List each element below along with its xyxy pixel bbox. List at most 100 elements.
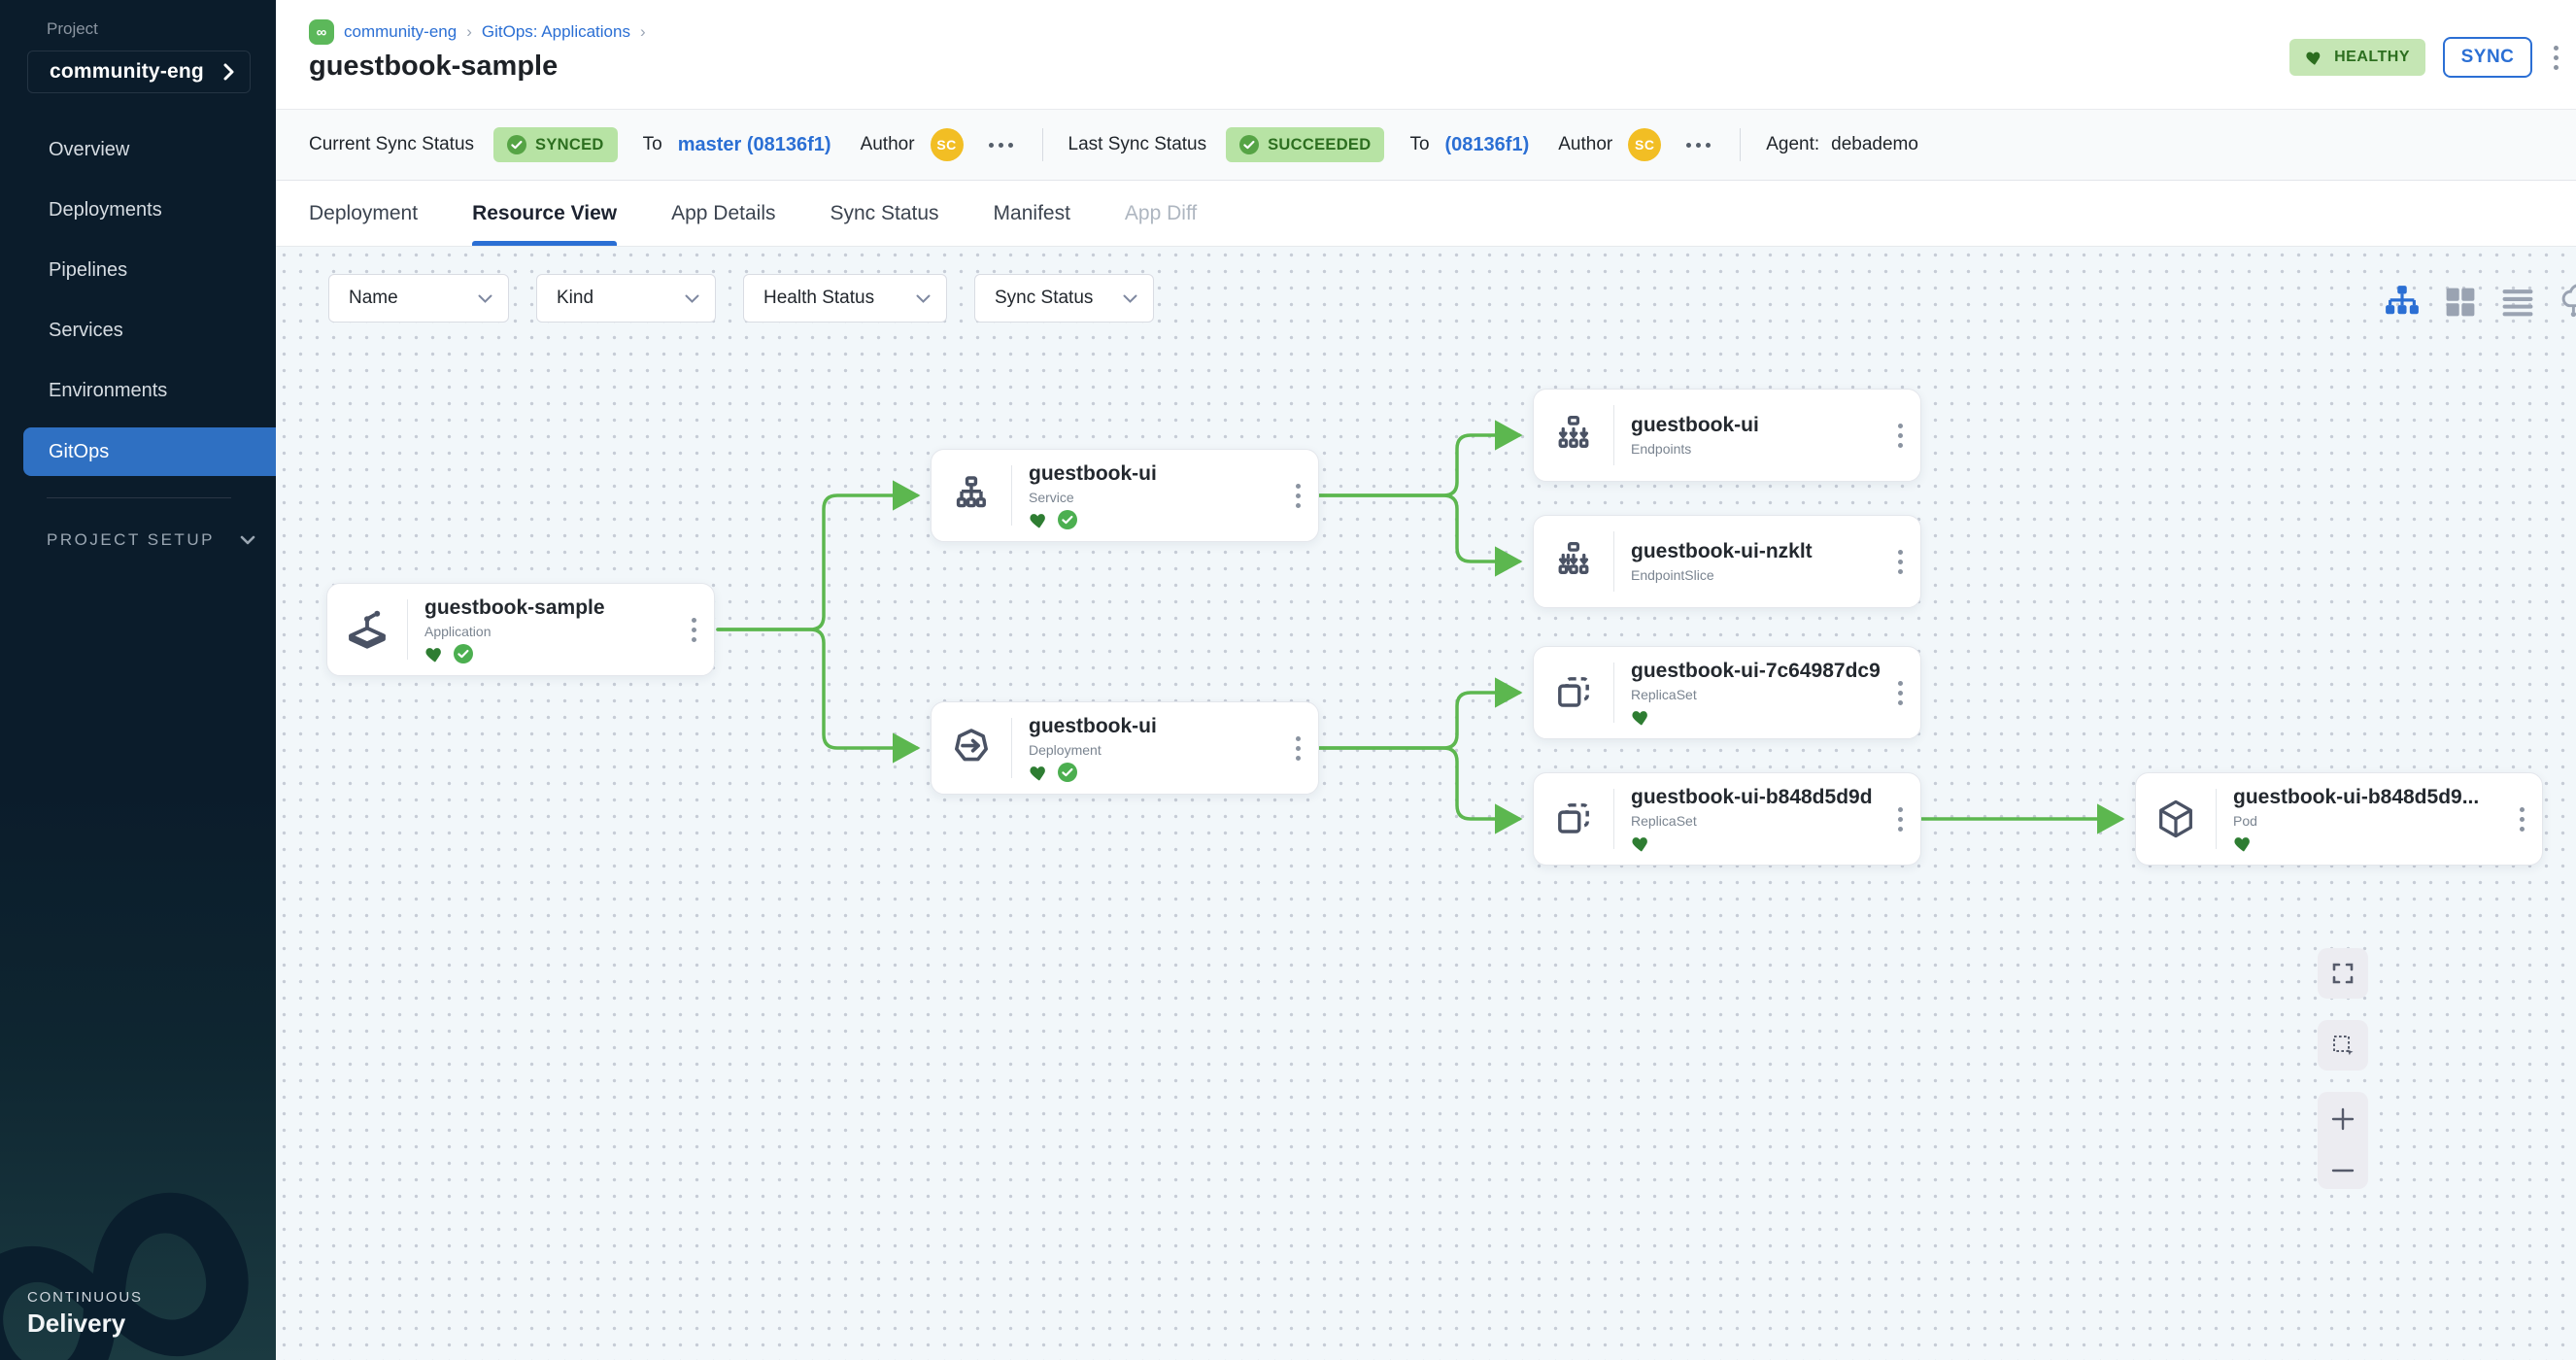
- node-title: guestbook-ui-nzklt: [1631, 540, 1894, 563]
- filter-sync-status-dropdown[interactable]: Sync Status: [974, 274, 1154, 323]
- node-title: guestbook-ui: [1029, 462, 1292, 486]
- tab-deployment[interactable]: Deployment: [309, 181, 418, 246]
- current-commit-more[interactable]: [985, 139, 1017, 152]
- page-header: ∞ community-eng › GitOps: Applications ›…: [276, 0, 2576, 109]
- breadcrumb-separator: ›: [466, 22, 472, 42]
- node-more-menu[interactable]: [1894, 677, 1907, 709]
- node-title: guestbook-ui-b848d5d9d: [1631, 786, 1894, 809]
- header-actions: HEALTHY SYNC: [2289, 37, 2562, 78]
- sidebar-item-services[interactable]: Services: [0, 306, 276, 355]
- synced-badge-label: SYNCED: [535, 136, 604, 154]
- node-kind: Application: [424, 624, 688, 639]
- chevron-down-icon: [916, 294, 931, 303]
- gitops-infinity-icon: ∞: [309, 19, 334, 45]
- node-kind: Endpoints: [1631, 441, 1894, 457]
- node-title: guestbook-sample: [424, 596, 688, 620]
- last-sync-status-label: Last Sync Status: [1068, 134, 1207, 155]
- health-status-badge: HEALTHY: [2289, 39, 2425, 76]
- sync-button[interactable]: SYNC: [2443, 37, 2532, 78]
- node-endpointslice-guestbook-ui-nzklt[interactable]: guestbook-ui-nzklt EndpointSlice: [1533, 515, 1921, 608]
- sidebar-item-environments[interactable]: Environments: [0, 366, 276, 415]
- node-service-guestbook-ui[interactable]: guestbook-ui Service: [931, 449, 1319, 542]
- breadcrumb: ∞ community-eng › GitOps: Applications ›: [309, 19, 646, 45]
- node-more-menu[interactable]: [1894, 803, 1907, 835]
- continuous-delivery-brand: CONTINUOUS Delivery: [27, 1289, 143, 1339]
- node-replicaset-guestbook-ui-7c64987dc9[interactable]: guestbook-ui-7c64987dc9 ReplicaSet: [1533, 646, 1921, 739]
- brand-module-kicker: CONTINUOUS: [27, 1289, 143, 1306]
- healthy-heart-icon: [1029, 510, 1050, 529]
- tree-view-icon[interactable]: [2384, 285, 2421, 320]
- status-bar-divider: [1740, 128, 1741, 161]
- project-setup-label: PROJECT SETUP: [47, 530, 215, 550]
- healthy-heart-icon: [1029, 763, 1050, 782]
- last-author-label: Author: [1558, 134, 1612, 155]
- service-icon: [949, 473, 994, 518]
- tab-sync-status[interactable]: Sync Status: [830, 181, 938, 246]
- tab-app-details[interactable]: App Details: [671, 181, 775, 246]
- node-kind: EndpointSlice: [1631, 567, 1894, 583]
- node-endpoints-guestbook-ui[interactable]: guestbook-ui Endpoints: [1533, 389, 1921, 482]
- sidebar-item-pipelines[interactable]: Pipelines: [0, 246, 276, 294]
- list-view-icon[interactable]: [2500, 287, 2535, 318]
- zoom-out-button[interactable]: [2329, 1166, 2356, 1175]
- synced-check-icon: [1058, 510, 1077, 529]
- gitops-application-page: ∞ Project community-eng Overview Deploym…: [0, 0, 2576, 1360]
- healthy-heart-icon: [1631, 833, 1652, 853]
- last-revision-link[interactable]: (08136f1): [1445, 134, 1530, 156]
- last-commit-more[interactable]: [1682, 139, 1714, 152]
- chevron-down-icon: [478, 294, 492, 303]
- node-more-menu[interactable]: [2516, 803, 2528, 835]
- grid-view-icon[interactable]: [2444, 286, 2477, 319]
- node-replicaset-guestbook-ui-b848d5d9d[interactable]: guestbook-ui-b848d5d9d ReplicaSet: [1533, 772, 1921, 866]
- tab-manifest[interactable]: Manifest: [994, 181, 1070, 246]
- tab-resource-view[interactable]: Resource View: [472, 181, 617, 246]
- tab-app-diff: App Diff: [1125, 181, 1197, 246]
- page-title: guestbook-sample: [309, 51, 558, 83]
- sidebar-item-deployments[interactable]: Deployments: [0, 186, 276, 234]
- header-more-menu[interactable]: [2550, 42, 2562, 74]
- node-pod-guestbook-ui-b848d5d9[interactable]: guestbook-ui-b848d5d9... Pod: [2135, 772, 2543, 866]
- application-icon: [344, 606, 390, 653]
- node-more-menu[interactable]: [1894, 546, 1907, 578]
- current-revision-link[interactable]: master (08136f1): [678, 134, 831, 156]
- check-circle-icon: [507, 135, 526, 154]
- app-tabs: Deployment Resource View App Details Syn…: [276, 181, 2576, 247]
- check-circle-icon: [1239, 135, 1259, 154]
- brand-module-name: Delivery: [27, 1309, 143, 1339]
- node-more-menu[interactable]: [1292, 732, 1305, 765]
- resource-filters: Name Kind Health Status Sync Status: [328, 274, 1154, 323]
- node-kind: ReplicaSet: [1631, 813, 1894, 829]
- sidebar-item-overview[interactable]: Overview: [0, 125, 276, 174]
- breadcrumb-link-project[interactable]: community-eng: [344, 22, 457, 42]
- agent-label: Agent:: [1766, 134, 1819, 155]
- resource-tree-canvas[interactable]: Name Kind Health Status Sync Status: [276, 247, 2576, 1360]
- node-application-guestbook-sample[interactable]: guestbook-sample Application: [326, 583, 715, 676]
- project-selector[interactable]: community-eng: [27, 51, 251, 93]
- node-more-menu[interactable]: [1292, 480, 1305, 512]
- breadcrumb-link-applications[interactable]: GitOps: Applications: [482, 22, 630, 42]
- filter-name-dropdown[interactable]: Name: [328, 274, 509, 323]
- current-to-label: To: [643, 134, 662, 155]
- filter-health-status-dropdown[interactable]: Health Status: [743, 274, 947, 323]
- node-deployment-guestbook-ui[interactable]: guestbook-ui Deployment: [931, 701, 1319, 795]
- sync-status-bar: Current Sync Status SYNCED To master (08…: [276, 109, 2576, 181]
- replicaset-icon: [1551, 797, 1596, 841]
- last-author-avatar: SC: [1628, 128, 1661, 161]
- chevron-down-icon: [685, 294, 699, 303]
- node-more-menu[interactable]: [688, 614, 700, 646]
- healthy-heart-icon: [424, 644, 446, 663]
- health-status-badge-label: HEALTHY: [2334, 49, 2410, 66]
- node-more-menu[interactable]: [1894, 420, 1907, 452]
- marquee-select-button[interactable]: [2318, 1020, 2368, 1071]
- project-setup-toggle[interactable]: PROJECT SETUP: [47, 530, 255, 550]
- chevron-down-icon: [240, 535, 255, 545]
- synced-check-icon: [1058, 763, 1077, 782]
- zoom-controls: [2318, 1092, 2368, 1189]
- zoom-in-button[interactable]: [2329, 1105, 2356, 1133]
- marquee-select-icon: [2330, 1033, 2356, 1058]
- cloud-cluster-view-icon[interactable]: [2559, 282, 2576, 323]
- filter-kind-dropdown[interactable]: Kind: [536, 274, 716, 323]
- sidebar-item-gitops[interactable]: GitOps: [23, 427, 276, 476]
- chevron-down-icon: [1123, 294, 1137, 303]
- fullscreen-button[interactable]: [2318, 948, 2368, 999]
